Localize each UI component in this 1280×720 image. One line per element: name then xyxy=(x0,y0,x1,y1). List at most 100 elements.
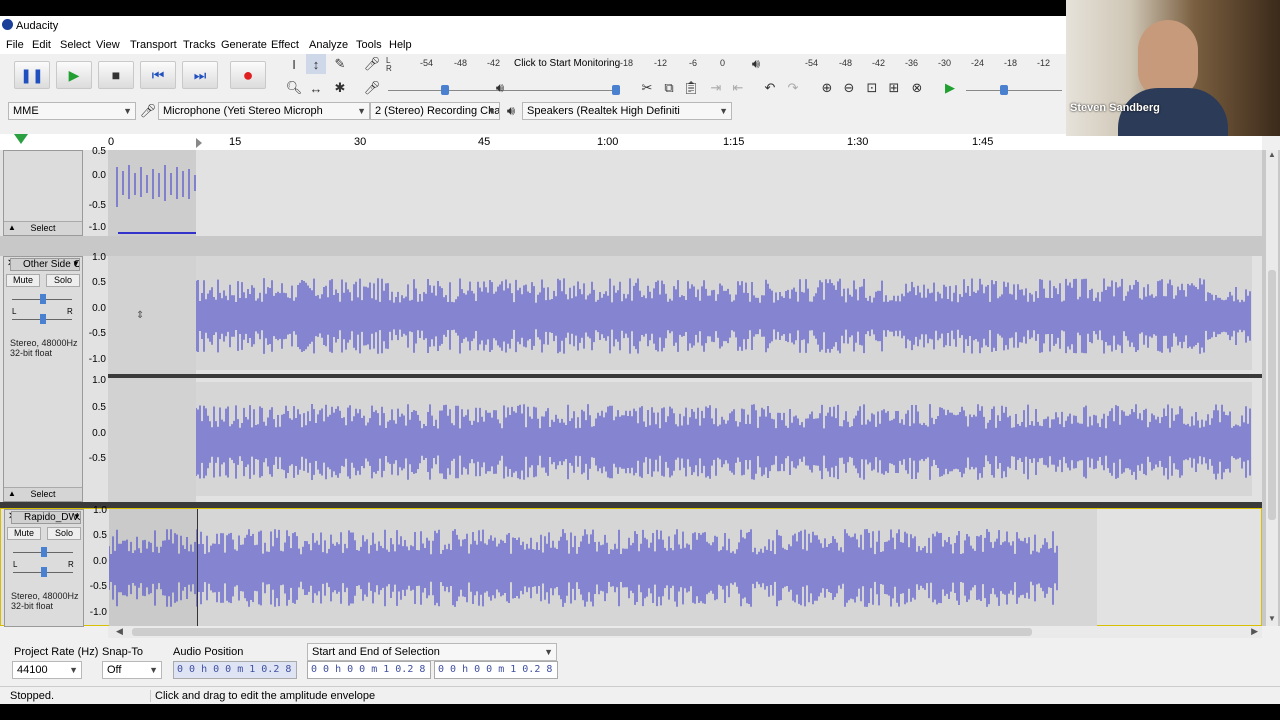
mute-button[interactable]: Mute xyxy=(7,527,41,540)
selection-mode-select[interactable]: Start and End of Selection ▼ xyxy=(307,643,557,661)
envelope-line[interactable] xyxy=(118,232,196,234)
chevron-down-icon: ▼ xyxy=(69,665,78,675)
horizontal-scrollbar[interactable]: ◀ ▶ xyxy=(108,626,1262,638)
skip-to-start-button[interactable]: ⏮ xyxy=(140,61,176,89)
output-volume-thumb[interactable] xyxy=(612,85,620,95)
microphone-meter-icon[interactable]: 🎤︎ xyxy=(362,54,382,74)
track-menu-chevron-icon[interactable]: ▼ xyxy=(73,512,81,521)
input-volume-thumb[interactable] xyxy=(441,85,449,95)
record-meter-tick: 0 xyxy=(720,58,726,68)
snap-to-select[interactable]: Off ▼ xyxy=(102,661,162,679)
menu-tools[interactable]: Tools xyxy=(356,39,382,51)
fit-project-icon[interactable]: ⊞ xyxy=(884,78,904,98)
speaker-meter-icon[interactable]: 🔊︎ xyxy=(746,54,766,74)
timeline-quick-play-icon[interactable] xyxy=(14,134,28,144)
solo-button[interactable]: Solo xyxy=(47,527,81,540)
speaker-icon: 🔊︎ xyxy=(506,103,516,118)
chevron-down-icon: ▼ xyxy=(149,665,158,675)
play-button[interactable]: ▶ xyxy=(56,61,92,89)
menu-select[interactable]: Select xyxy=(60,39,91,51)
menu-edit[interactable]: Edit xyxy=(32,39,51,51)
draw-tool-icon[interactable]: ✎ xyxy=(330,54,350,74)
menu-transport[interactable]: Transport xyxy=(130,39,177,51)
click-to-start-monitoring[interactable]: Click to Start Monitoring xyxy=(514,58,620,70)
project-rate-select[interactable]: 44100 ▼ xyxy=(12,661,82,679)
waveform-path xyxy=(109,529,1058,607)
audio-host-select[interactable]: MME ▼ xyxy=(8,102,136,120)
recording-channels-select[interactable]: 2 (Stereo) Recording Cha ▼ xyxy=(370,102,500,120)
waveform-region[interactable] xyxy=(108,150,1262,236)
menu-analyze[interactable]: Analyze xyxy=(309,39,348,51)
zoom-toggle-icon[interactable]: ⊗ xyxy=(907,78,927,98)
mute-button[interactable]: Mute xyxy=(6,274,40,287)
track-name-menu[interactable]: Other Side O xyxy=(10,258,80,271)
gain-thumb[interactable] xyxy=(40,294,46,304)
skip-to-end-button[interactable]: ⏭ xyxy=(182,61,218,89)
waveform-path xyxy=(196,404,1251,480)
scroll-up-icon[interactable]: ▲ xyxy=(1268,150,1276,159)
copy-icon[interactable]: ⧉ xyxy=(659,78,679,98)
track-menu-chevron-icon[interactable]: ▼ xyxy=(72,259,80,268)
timeline-ruler[interactable]: 0 15 30 45 1:00 1:15 1:30 1:45 xyxy=(0,134,1262,150)
menu-generate[interactable]: Generate xyxy=(221,39,267,51)
scroll-right-icon[interactable]: ▶ xyxy=(1251,626,1258,637)
play-meter-tick: -12 xyxy=(1037,58,1051,68)
menu-effect[interactable]: Effect xyxy=(271,39,299,51)
stop-button[interactable]: ■ xyxy=(98,61,134,89)
collapse-icon[interactable]: ▲ xyxy=(8,223,16,232)
solo-label: Solo xyxy=(53,275,72,285)
zoom-tool-icon[interactable]: 🔍︎ xyxy=(284,78,304,98)
pan-thumb[interactable] xyxy=(40,314,46,324)
select-label: Select xyxy=(30,223,56,233)
output-volume-slider[interactable] xyxy=(516,90,620,91)
vscroll-thumb[interactable] xyxy=(1268,270,1276,520)
playback-device-select[interactable]: Speakers (Realtek High Definiti ▼ xyxy=(522,102,732,120)
play-speed-thumb[interactable] xyxy=(1000,85,1008,95)
gain-thumb[interactable] xyxy=(41,547,47,557)
zoom-out-icon[interactable]: ⊖ xyxy=(839,78,859,98)
trim-icon[interactable]: ⇥ xyxy=(706,78,726,98)
multi-tool-icon[interactable]: ✱ xyxy=(330,78,350,98)
scrollbar-thumb[interactable] xyxy=(132,628,1032,636)
play-speed-slider[interactable] xyxy=(966,90,1062,91)
solo-button[interactable]: Solo xyxy=(46,274,80,287)
track-info: Stereo, 48000Hz 32-bit float xyxy=(10,338,78,358)
record-meter-tick: -6 xyxy=(689,58,698,68)
scale-label: 1.0 xyxy=(92,252,106,263)
webcam-name-label: Steven Sandberg xyxy=(1070,102,1160,114)
track-name-menu[interactable]: Rapido_DWJ xyxy=(11,511,81,524)
time-shift-tool-icon[interactable]: ↔ xyxy=(306,78,326,98)
scale-label: -0.5 xyxy=(89,581,107,592)
pause-button[interactable]: ❚❚ xyxy=(14,61,50,89)
cut-icon[interactable]: ✂ xyxy=(637,78,657,98)
scroll-left-icon[interactable]: ◀ xyxy=(116,626,123,637)
pan-thumb[interactable] xyxy=(41,567,47,577)
menu-help[interactable]: Help xyxy=(389,39,412,51)
zoom-in-icon[interactable]: ⊕ xyxy=(817,78,837,98)
fit-selection-icon[interactable]: ⊡ xyxy=(862,78,882,98)
play-icon: ▶ xyxy=(68,66,80,83)
scale-label: -1.0 xyxy=(88,222,106,233)
recording-device-select[interactable]: Microphone (Yeti Stereo Microph ▼ xyxy=(158,102,370,120)
redo-icon[interactable]: ↷ xyxy=(783,78,803,98)
selection-start-field[interactable]: 0 0 h 0 0 m 1 0.2 8 6 s xyxy=(307,661,431,679)
menu-file[interactable]: File xyxy=(6,39,24,51)
envelope-tool-icon[interactable]: ↕ xyxy=(306,54,326,74)
menu-view[interactable]: View xyxy=(96,39,120,51)
undo-icon[interactable]: ↶ xyxy=(760,78,780,98)
selection-end-field[interactable]: 0 0 h 0 0 m 1 0.2 8 6 s xyxy=(434,661,558,679)
record-button[interactable]: ● xyxy=(230,61,266,89)
play-at-speed-icon[interactable]: ▶ xyxy=(940,78,960,98)
menu-tracks[interactable]: Tracks xyxy=(183,39,216,51)
silence-icon[interactable]: ⇤ xyxy=(728,78,748,98)
amplitude-scale: 0.5 0.0 -0.5 -1.0 xyxy=(84,146,108,236)
paste-icon[interactable]: 📋︎ xyxy=(681,78,701,98)
audio-position-field[interactable]: 0 0 h 0 0 m 1 0.2 8 6 s xyxy=(173,661,297,679)
project-rate-value: 44100 xyxy=(17,664,48,676)
scroll-down-icon[interactable]: ▼ xyxy=(1268,614,1276,623)
vertical-scrollbar[interactable]: ▲ ▼ xyxy=(1266,150,1278,626)
amplitude-scale: 1.0 0.5 0.0 -0.5 -1.0 xyxy=(85,505,109,627)
track-rapido: ✕ Rapido_DWJ ▼ Mute Solo L R Stereo, 480… xyxy=(0,505,1262,627)
collapse-icon[interactable]: ▲ xyxy=(8,489,16,498)
selection-tool-icon[interactable]: I xyxy=(284,54,304,74)
